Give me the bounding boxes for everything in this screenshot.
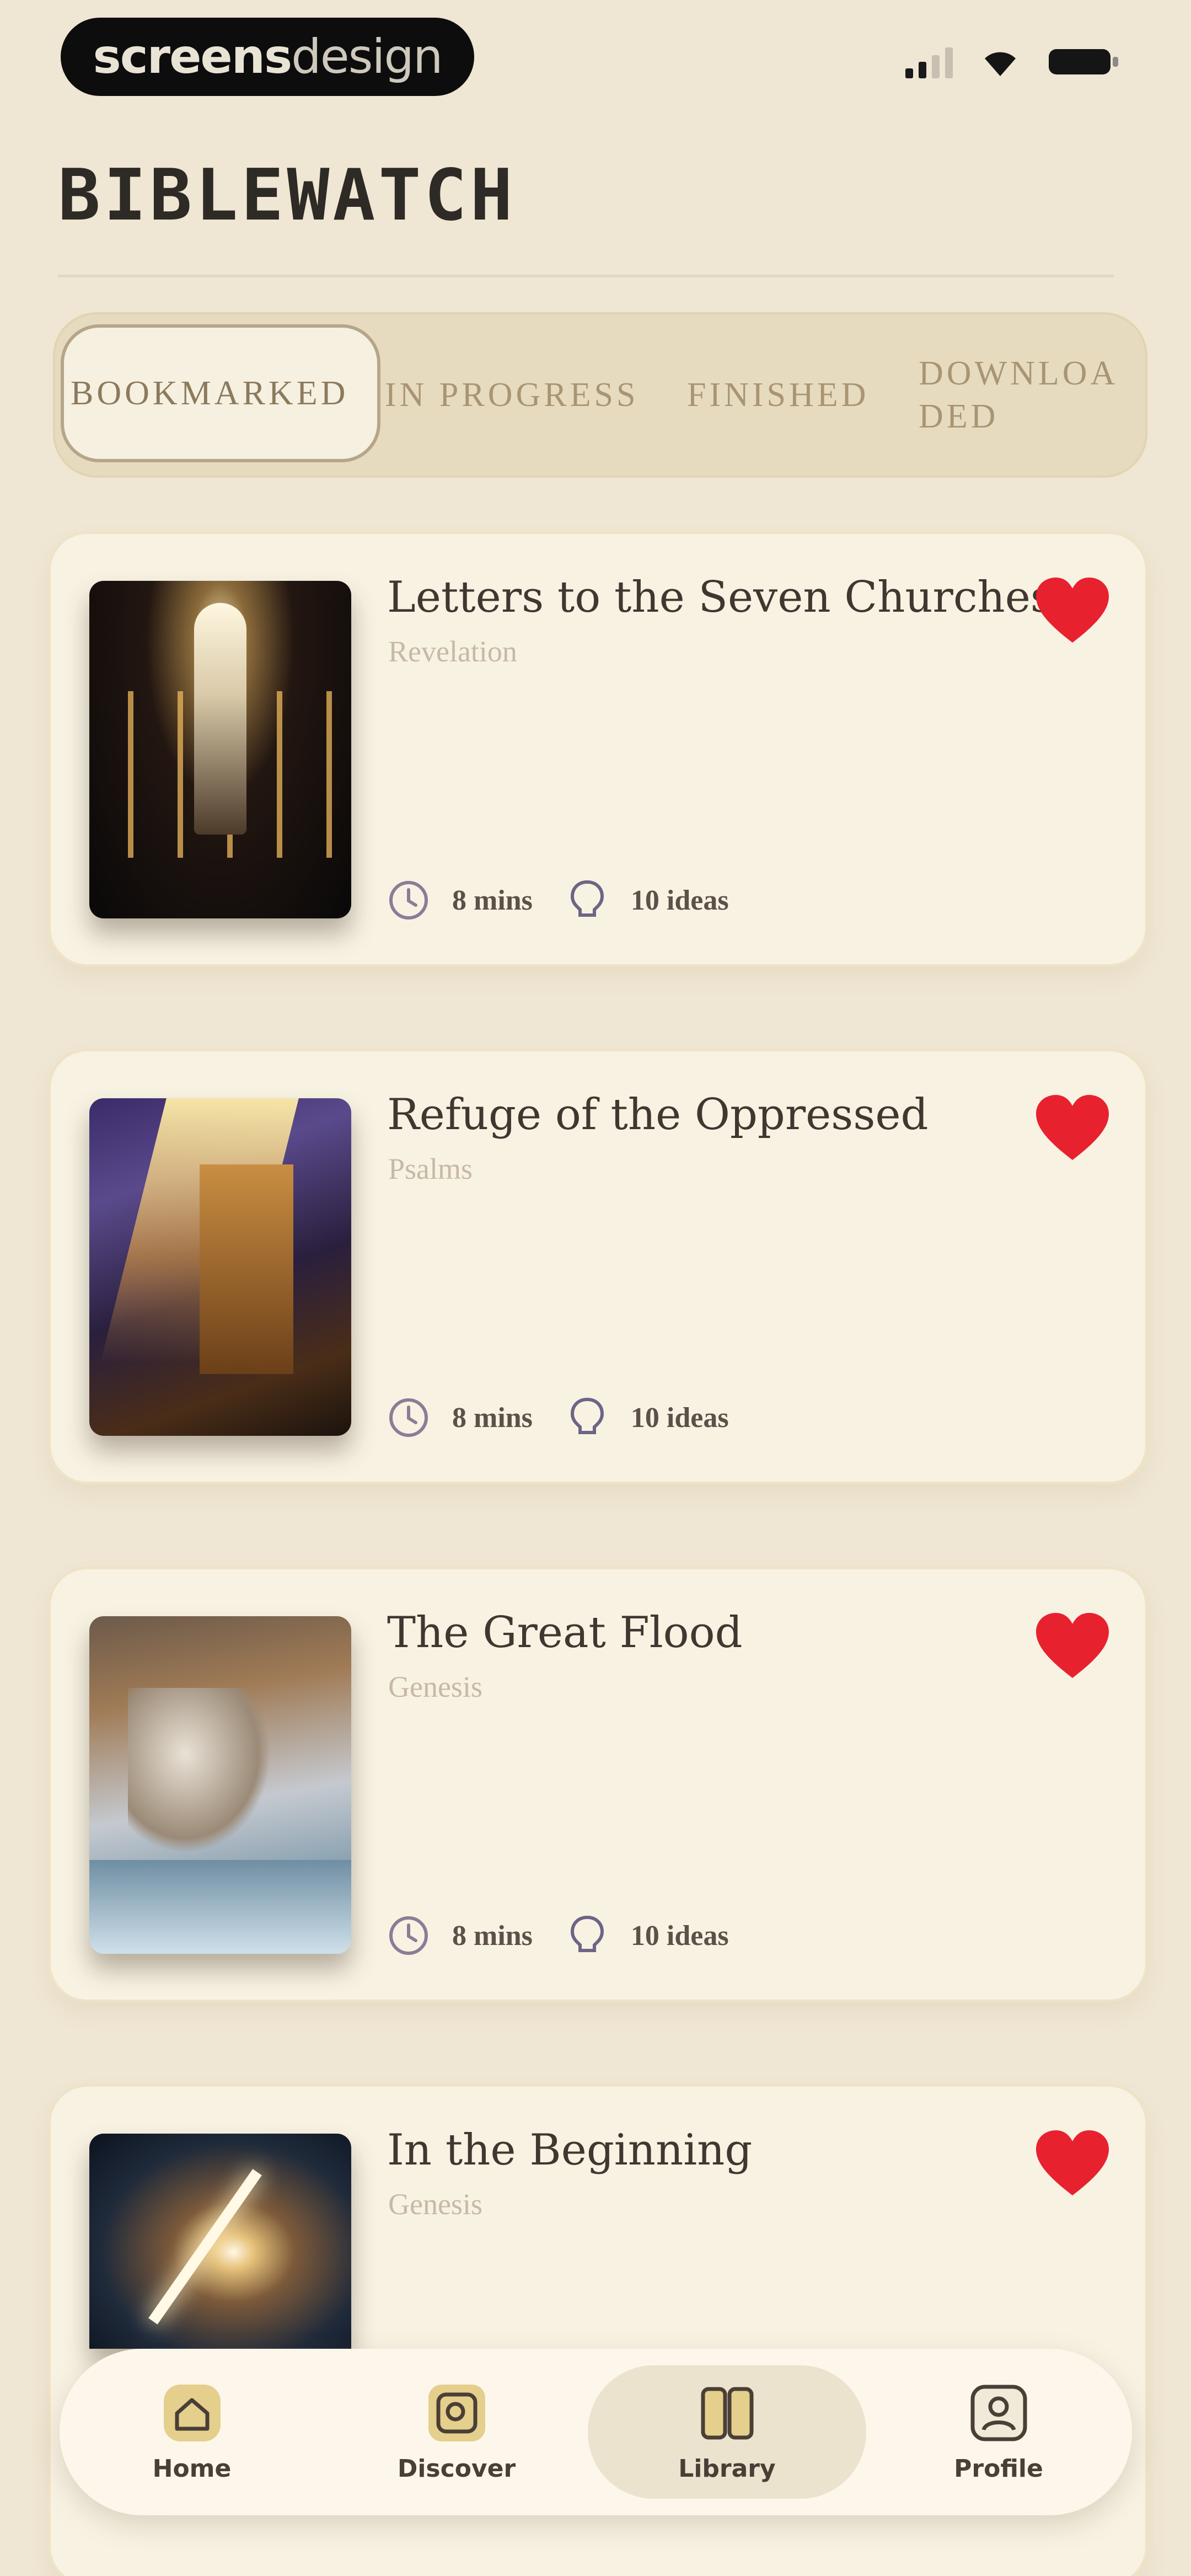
bottom-nav: Home Discover Library Profile	[60, 2349, 1132, 2515]
heart-icon[interactable]	[1034, 1093, 1111, 1164]
nav-label: Profile	[954, 2455, 1043, 2483]
heart-icon[interactable]	[1034, 575, 1111, 647]
story-title: Refuge of the Oppressed	[387, 1090, 929, 1140]
discover-icon	[428, 2385, 485, 2441]
tab-label: FINISHED	[687, 376, 870, 414]
tab-bar: BOOKMARKED IN PROGRESS FINISHED DOWNLOAD…	[53, 312, 1147, 478]
story-duration: 8 mins	[452, 884, 533, 916]
status-icons	[905, 45, 1119, 78]
tab-downloaded[interactable]: DOWNLOADED	[919, 312, 1145, 478]
story-cover-image	[89, 1616, 351, 1954]
tab-in-progress[interactable]: IN PROGRESS	[385, 312, 644, 478]
signal-icon	[905, 45, 953, 78]
story-cover-image	[89, 581, 351, 918]
tab-bookmarked[interactable]: BOOKMARKED	[61, 324, 380, 462]
story-cover-image	[89, 2134, 351, 2349]
nav-library[interactable]: Library	[588, 2365, 866, 2499]
story-card[interactable]: The Great Flood Genesis 8 mins 10 ideas	[51, 1569, 1145, 2000]
story-title: In the Beginning	[387, 2125, 753, 2175]
status-bar: screens design	[0, 0, 1191, 127]
story-book: Genesis	[388, 2188, 482, 2221]
home-icon	[163, 2385, 221, 2441]
story-card[interactable]: Refuge of the Oppressed Psalms 8 mins 10…	[51, 1051, 1145, 1482]
clock-icon	[389, 881, 428, 920]
tab-label: BOOKMARKED	[71, 375, 349, 412]
header-divider	[58, 275, 1114, 277]
nav-label: Discover	[397, 2455, 516, 2483]
story-book: Revelation	[388, 635, 517, 668]
profile-icon	[970, 2385, 1027, 2441]
story-meta: 8 mins 10 ideas	[387, 1914, 762, 1957]
brand-logo-light: design	[291, 29, 443, 84]
story-duration: 8 mins	[452, 1920, 533, 1952]
tab-label: DOWNLOADED	[919, 355, 1119, 435]
heart-icon[interactable]	[1034, 2128, 1111, 2200]
lightbulb-icon	[570, 1915, 604, 1952]
battery-icon	[1048, 46, 1119, 78]
story-card[interactable]: Letters to the Seven Churches Revelation…	[51, 534, 1145, 964]
story-meta: 8 mins 10 ideas	[387, 1396, 762, 1439]
story-title: Letters to the Seven Churches	[387, 573, 1053, 622]
story-ideas: 10 ideas	[630, 884, 729, 916]
wifi-icon	[980, 46, 1020, 77]
nav-label: Library	[678, 2455, 776, 2483]
clock-icon	[389, 1398, 428, 1437]
tab-finished[interactable]: FINISHED	[687, 312, 891, 478]
story-meta: 8 mins 10 ideas	[387, 879, 762, 922]
story-ideas: 10 ideas	[630, 1402, 729, 1434]
nav-label: Home	[152, 2455, 232, 2483]
story-book: Genesis	[388, 1670, 482, 1703]
nav-discover[interactable]: Discover	[324, 2365, 589, 2499]
nav-home[interactable]: Home	[60, 2365, 324, 2499]
brand-logo: screens design	[61, 18, 474, 96]
story-duration: 8 mins	[452, 1402, 533, 1434]
app-title: BIBLEWATCH	[58, 154, 516, 237]
clock-icon	[389, 1916, 428, 1955]
tab-label: IN PROGRESS	[385, 376, 639, 414]
story-ideas: 10 ideas	[630, 1920, 729, 1952]
lightbulb-icon	[570, 880, 604, 917]
nav-profile[interactable]: Profile	[866, 2365, 1131, 2499]
heart-icon[interactable]	[1034, 1611, 1111, 1682]
brand-logo-bold: screens	[93, 29, 293, 84]
story-cover-image	[89, 1098, 351, 1436]
lightbulb-icon	[570, 1397, 604, 1434]
story-book: Psalms	[388, 1152, 473, 1185]
story-title: The Great Flood	[387, 1608, 743, 1658]
library-icon	[701, 2387, 754, 2440]
